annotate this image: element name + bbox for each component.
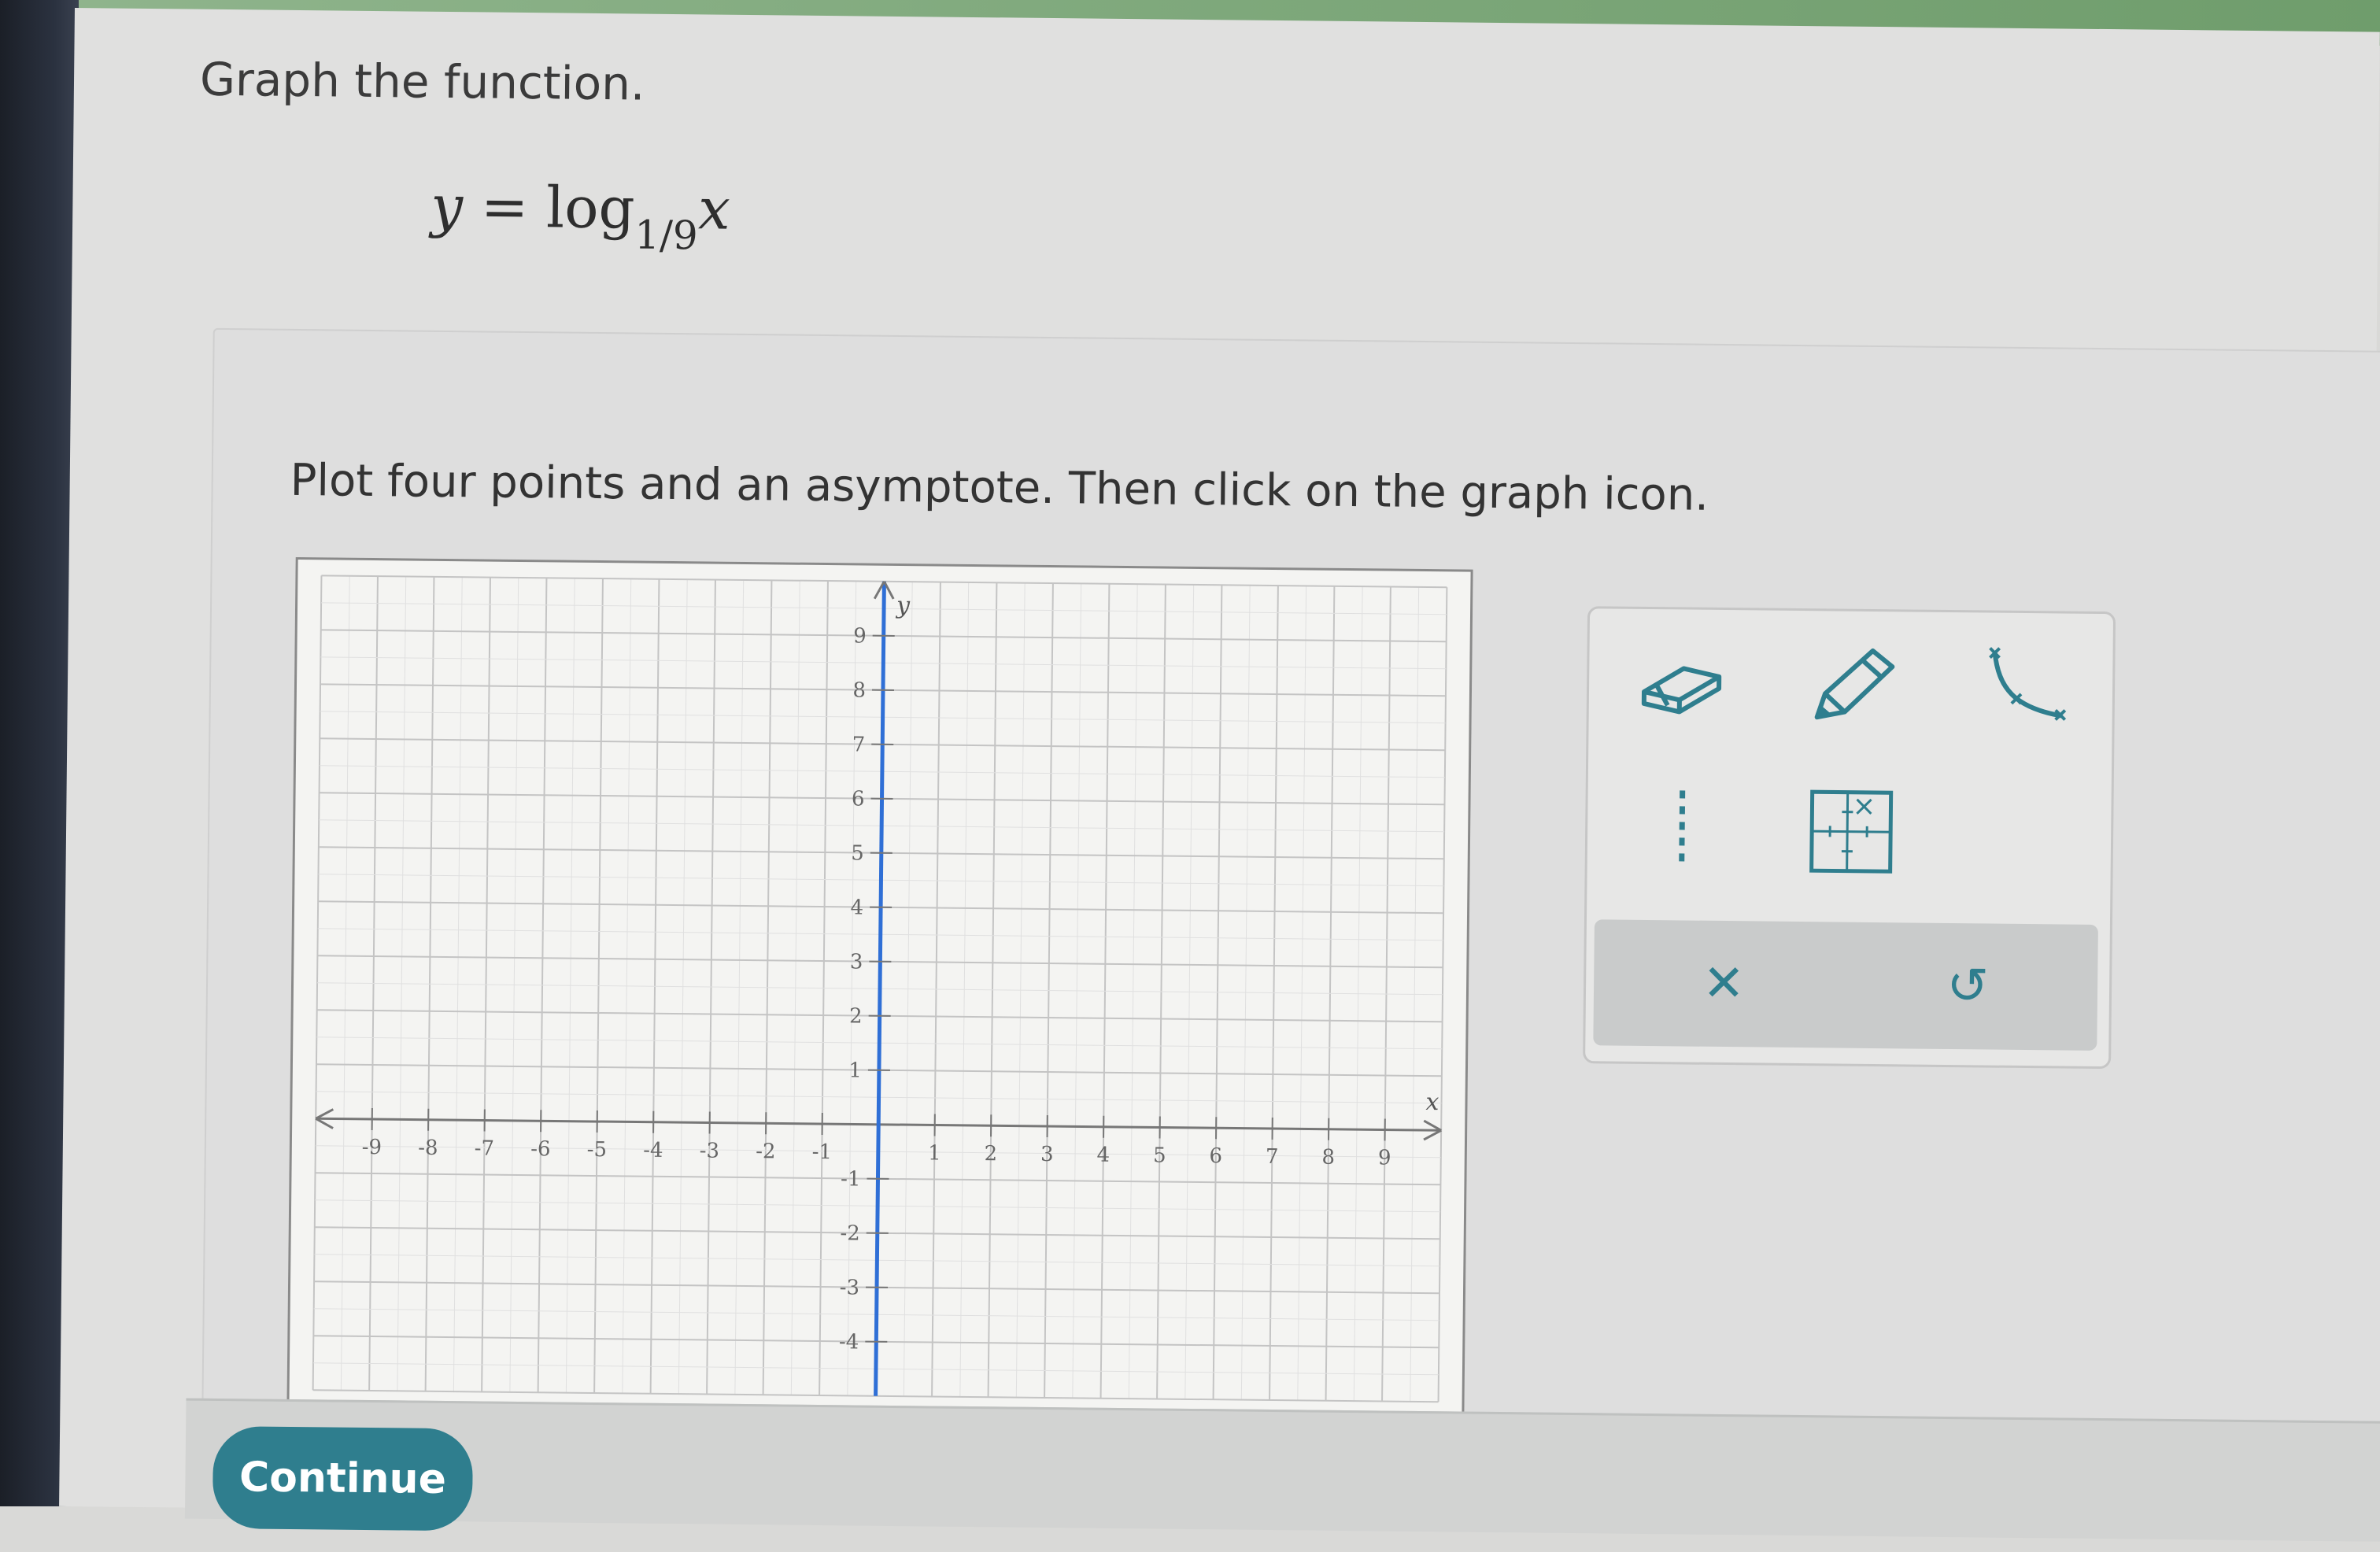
x-tick-label: -7 [475,1136,495,1160]
y-tick-label: 8 [852,678,866,702]
x-tick-label: 1 [928,1141,941,1165]
undo-button[interactable]: ↺ [1916,939,2019,1034]
x-tick-label: 9 [1378,1146,1391,1170]
eraser-tool[interactable] [1632,633,1735,736]
x-tick-label: -5 [587,1138,608,1162]
x-tick-label: 7 [1266,1145,1279,1169]
close-icon: ✕ [1702,955,1745,1014]
x-tick-label: 8 [1321,1146,1335,1170]
question-title: Graph the function. [200,53,645,111]
eraser-icon [1636,649,1731,720]
y-tick-label: -4 [839,1330,859,1354]
x-tick-label: 2 [984,1142,997,1166]
formula-log: log [546,174,635,241]
graph-toolbox: ✕ ↺ [1583,606,2116,1069]
x-tick-label: -2 [756,1140,776,1163]
y-tick-label: 1 [848,1059,862,1082]
formula-base: 1/9 [634,212,698,258]
x-tick-label: -8 [418,1136,438,1160]
formula-arg: x [698,176,730,242]
x-tick-label: 5 [1153,1144,1166,1167]
log-curve-tool[interactable] [1974,636,2077,739]
y-tick-label: 3 [850,950,863,974]
asymptote-icon [1658,782,1706,878]
undo-icon: ↺ [1946,957,1989,1016]
x-tick-label: -9 [362,1136,382,1159]
y-tick-label: -1 [841,1167,861,1191]
x-tick-label: 3 [1040,1143,1054,1166]
y-tick-label: 6 [852,787,865,811]
y-tick-label: 4 [850,896,863,919]
continue-button[interactable]: Continue [213,1426,473,1531]
graph-icon [1808,788,1895,875]
x-tick-label: -1 [812,1140,833,1164]
y-tick-label: 9 [853,624,867,648]
graph-tool[interactable] [1799,780,1902,883]
clear-button[interactable]: ✕ [1672,936,1776,1031]
formula-equals: = [481,173,529,240]
y-tick-label: 2 [849,1004,863,1028]
y-tick-label: -2 [840,1221,860,1245]
pencil-icon [1805,642,1901,730]
y-tick-label: 5 [851,841,864,865]
x-tick-label: 4 [1096,1144,1110,1167]
x-axis-label: x [1425,1088,1439,1116]
footer-bar [185,1399,2380,1543]
x-tick-label: 6 [1209,1144,1222,1168]
y-axis-label: y [895,592,911,619]
toolbox-action-row: ✕ ↺ [1593,919,2098,1051]
y-tick-label: 7 [852,733,866,756]
function-formula: y = log1/9x [431,173,730,259]
x-tick-label: -3 [700,1139,720,1162]
x-tick-label: -6 [530,1137,551,1161]
graph-canvas[interactable]: -9 -8 -7 -6 -5 -4 -3 -2 -1 1 2 3 4 5 6 7 8 9 9 8 7 6 5 4 3 2 1 -1 -2… [286,557,1473,1421]
log-curve-icon [1978,640,2073,735]
y-tick-label: -3 [840,1276,860,1299]
formula-y: y [431,173,464,239]
asymptote-tool[interactable] [1630,778,1733,881]
pencil-tool[interactable] [1801,634,1904,737]
question-page: Graph the function. y = log1/9x Plot fou… [59,8,2380,1531]
x-tick-label: -4 [643,1139,663,1162]
graph-svg[interactable]: -9 -8 -7 -6 -5 -4 -3 -2 -1 1 2 3 4 5 6 7 8 9 9 8 7 6 5 4 3 2 1 -1 -2… [289,560,1470,1418]
